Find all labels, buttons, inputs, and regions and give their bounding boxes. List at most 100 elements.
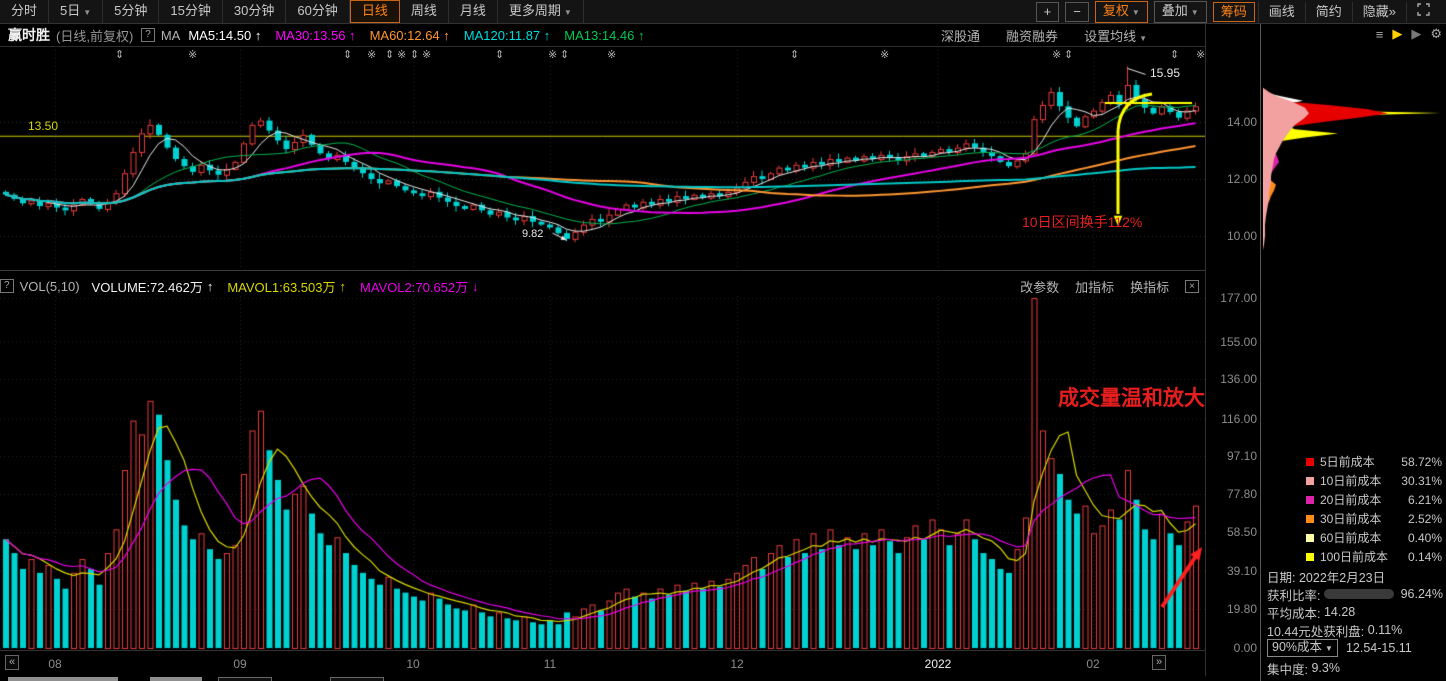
event-marker-icon[interactable]: ⇕ (560, 48, 569, 61)
price-tick-label: 10.00 (1207, 229, 1257, 243)
scroll-right-button[interactable]: » (1152, 655, 1166, 670)
toolbar-button[interactable]: 简约 (1305, 2, 1352, 22)
date-label: 日期: (1267, 567, 1295, 586)
event-marker-icon[interactable]: ⇕ (1170, 48, 1179, 61)
event-marker-icon[interactable]: ⇕ (410, 48, 419, 61)
timeframe-button[interactable]: 30分钟 (223, 0, 286, 23)
x-axis-label: 09 (233, 657, 246, 671)
volume-tick-label: 39.10 (1207, 564, 1257, 578)
timeframe-button[interactable]: 月线 (449, 0, 498, 23)
help-icon[interactable]: ? (141, 28, 155, 42)
legend-label: 5日前成本 (1320, 453, 1401, 470)
toolbar-button[interactable]: 隐藏» (1352, 2, 1406, 22)
volume-pane-header: ? VOL(5,10) VOLUME:72.462万 ↑ MAVOL1:63.5… (0, 276, 1205, 296)
timeframe-button[interactable]: 更多周期▼ (498, 0, 584, 23)
avg-cost-value: 14.28 (1324, 605, 1355, 619)
profit-ratio-value: 96.24% (1401, 587, 1443, 601)
event-marker-icon[interactable]: ⇕ (790, 48, 799, 61)
timeframe-button[interactable]: 5日▼ (49, 0, 103, 23)
timeframe-button[interactable]: 周线 (400, 0, 449, 23)
ma-settings-dropdown[interactable]: 设置均线▼ (1084, 26, 1147, 45)
change-params-button[interactable]: 改参数 (1020, 277, 1059, 296)
scroll-left-button[interactable]: « (5, 655, 19, 670)
link-shengutong[interactable]: 深股通 (941, 26, 980, 45)
bottom-button[interactable] (218, 677, 272, 681)
event-marker-icon[interactable]: ⇕ (1064, 48, 1073, 61)
mavol2-label: MAVOL2:70.652万 (360, 277, 468, 296)
price-tick-label: 14.00 (1207, 115, 1257, 129)
bottom-button[interactable] (8, 677, 118, 681)
volume-tick-label: 155.00 (1207, 335, 1257, 349)
event-marker-icon[interactable]: ※ (422, 48, 431, 61)
pane-splitter[interactable] (0, 270, 1205, 271)
panel-divider[interactable] (1260, 24, 1261, 681)
legend-label: 20日前成本 (1320, 491, 1408, 508)
legend-color-swatch (1306, 477, 1314, 485)
legend-color-swatch (1306, 515, 1314, 523)
concentration-label: 集中度: (1267, 659, 1308, 678)
toolbar-button[interactable]: 筹码 (1213, 2, 1255, 22)
switch-indicator-button[interactable]: 换指标 (1130, 277, 1169, 296)
legend-value: 30.31% (1401, 474, 1442, 488)
timeframe-button[interactable]: 15分钟 (159, 0, 222, 23)
x-axis-label: 02 (1086, 657, 1099, 671)
event-marker-icon[interactable]: ※ (880, 48, 889, 61)
bottom-button[interactable] (330, 677, 384, 681)
event-marker-icon[interactable]: ※ (548, 48, 557, 61)
timeframe-button[interactable]: 分时 (0, 0, 49, 23)
legend-label: 60日前成本 (1320, 529, 1408, 546)
toolbar-button[interactable]: 叠加▼ (1154, 1, 1207, 23)
legend-label: 30日前成本 (1320, 510, 1408, 527)
cost-range-value: 12.54-15.11 (1346, 641, 1412, 655)
event-marker-icon[interactable]: ※ (607, 48, 616, 61)
chip-legend: 5日前成本58.72%10日前成本30.31%20日前成本6.21%30日前成本… (1306, 452, 1442, 566)
chip-distribution-canvas[interactable] (1263, 46, 1446, 270)
timeframe-button[interactable]: 60分钟 (286, 0, 349, 23)
event-marker-icon[interactable]: ⇕ (385, 48, 394, 61)
legend-color-swatch (1306, 553, 1314, 561)
event-marker-icon[interactable]: ※ (367, 48, 376, 61)
play-flag-gray-icon[interactable]: ▶ (1411, 26, 1421, 42)
timeframe-button[interactable]: 日线 (350, 0, 400, 23)
x-axis-border (0, 650, 1205, 651)
ma-value-label: MA60:12.64 ↑ (370, 28, 450, 43)
price-chart-canvas[interactable] (0, 46, 1205, 270)
bottom-button[interactable] (150, 677, 202, 681)
event-marker-icon[interactable]: ⇕ (343, 48, 352, 61)
event-marker-icon[interactable]: ※ (1196, 48, 1205, 61)
x-axis-label: 12 (730, 657, 743, 671)
mavol1-label: MAVOL1:63.503万 (227, 277, 335, 296)
add-indicator-button[interactable]: 加指标 (1075, 277, 1114, 296)
toolbar-button[interactable]: + (1036, 2, 1060, 22)
high-price-label: 15.95 (1150, 66, 1180, 80)
event-marker-icon[interactable]: ※ (1052, 48, 1061, 61)
link-margin-trading[interactable]: 融资融券 (1006, 26, 1058, 45)
fullscreen-icon[interactable] (1406, 2, 1440, 22)
play-flag-yellow-icon[interactable]: ▶ (1392, 26, 1402, 42)
event-marker-icon[interactable]: ※ (397, 48, 406, 61)
ma-prefix-label: MA (161, 28, 181, 43)
legend-color-swatch (1306, 458, 1314, 466)
volume-chart-canvas[interactable] (0, 296, 1205, 652)
volume-help-icon[interactable]: ? (0, 279, 14, 293)
ma-value-label: MA13:14.46 ↑ (564, 28, 644, 43)
list-icon[interactable]: ≡ (1376, 27, 1384, 42)
toolbar-button[interactable]: 画线 (1258, 2, 1305, 22)
axis-divider (1205, 24, 1206, 676)
event-marker-icon[interactable]: ⇕ (115, 48, 124, 61)
gear-icon[interactable]: ⚙ (1430, 26, 1442, 42)
cost-range-dropdown[interactable]: 90%成本▼ (1267, 639, 1338, 657)
legend-value: 2.52% (1408, 512, 1442, 526)
mavol2-dir-arrow: ↓ (472, 279, 479, 294)
chart-mode-label: (日线,前复权) (56, 26, 133, 45)
ma-value-label: MA120:11.87 ↑ (464, 28, 550, 43)
stock-name: 赢时胜 (8, 25, 50, 45)
toolbar-button[interactable]: − (1065, 2, 1089, 22)
toolbar-button[interactable]: 复权▼ (1095, 1, 1148, 23)
timeframe-toolbar: 分时5日▼5分钟15分钟30分钟60分钟日线周线月线更多周期▼ (0, 0, 584, 23)
timeframe-button[interactable]: 5分钟 (103, 0, 159, 23)
event-marker-icon[interactable]: ⇕ (495, 48, 504, 61)
event-marker-icon[interactable]: ※ (188, 48, 197, 61)
volume-annotation: 成交量温和放大 (1058, 382, 1205, 412)
close-indicator-icon[interactable]: × (1185, 280, 1199, 293)
